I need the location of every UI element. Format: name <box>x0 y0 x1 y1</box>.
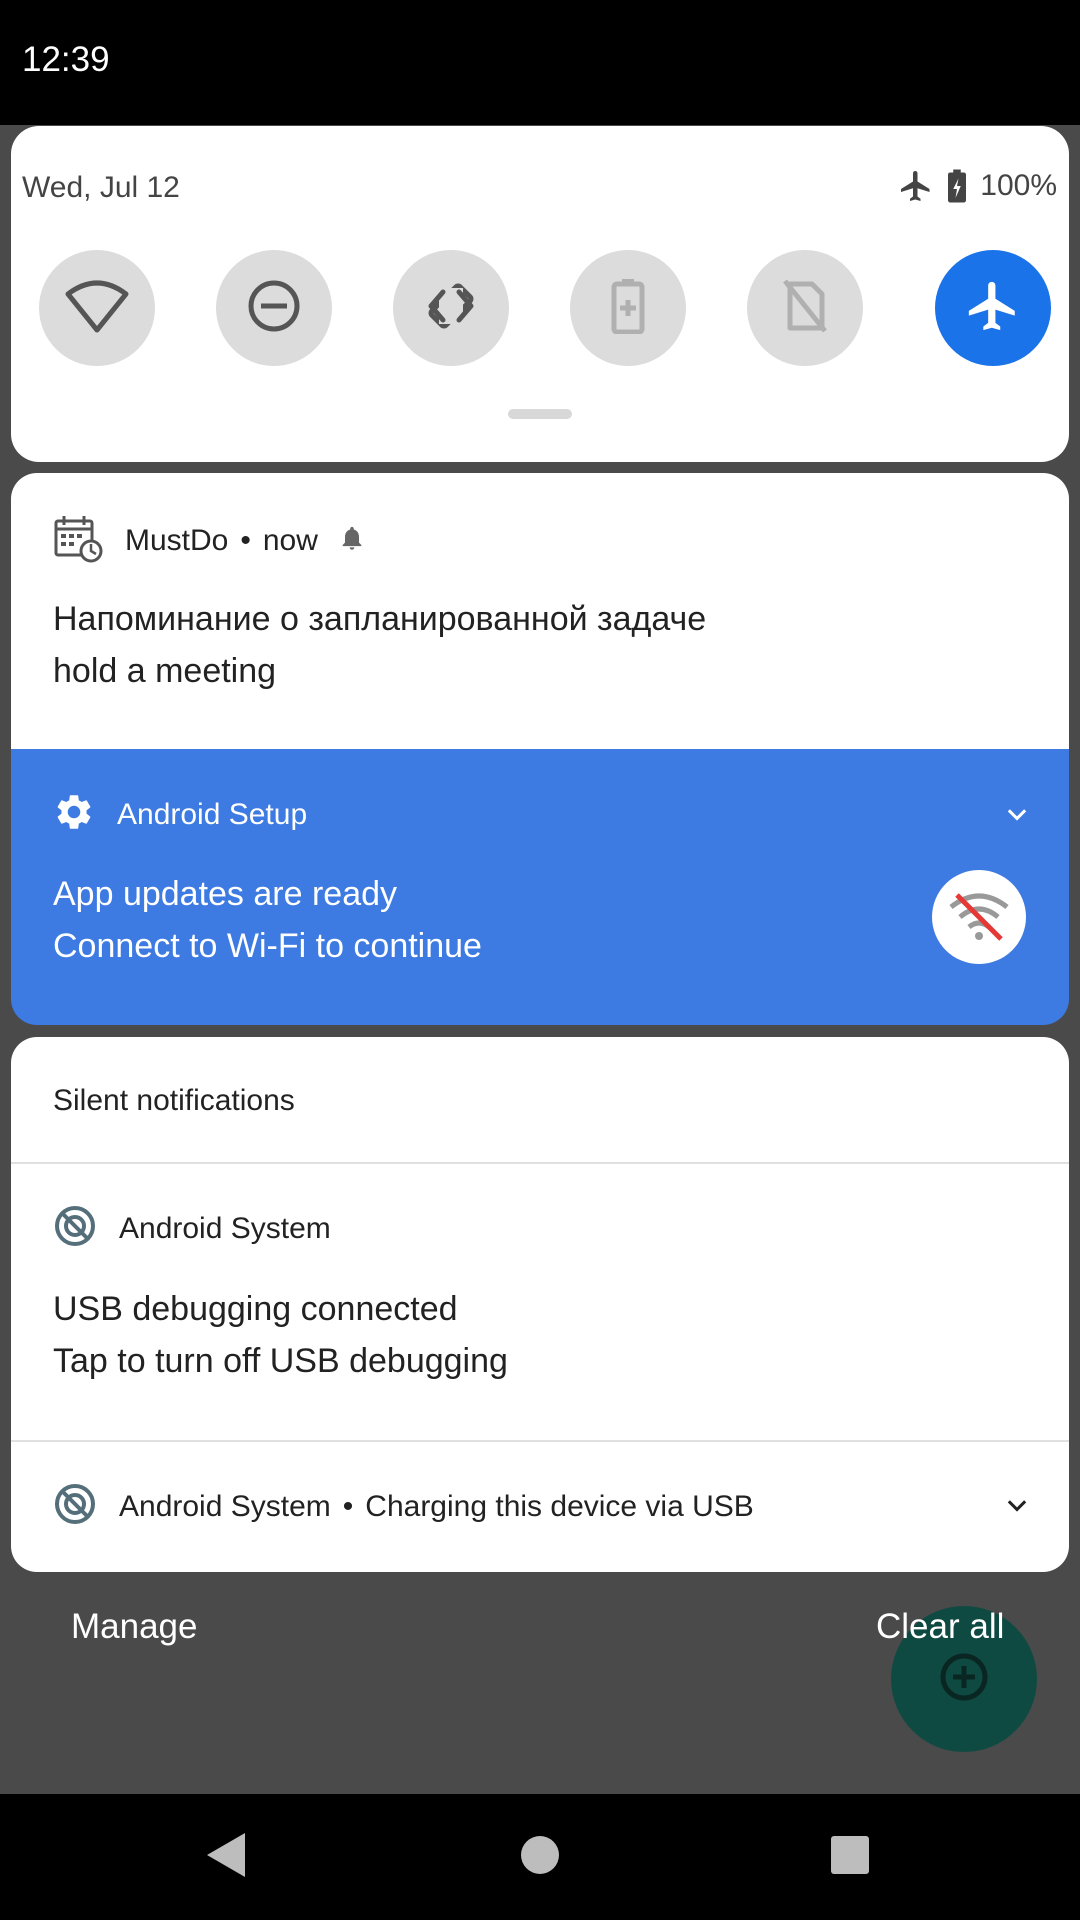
notification-shade: 12:39 Wed, Jul 12 100% MustDo • now Напо… <box>0 0 1080 1920</box>
quick-settings-panel: Wed, Jul 12 100% <box>11 126 1069 462</box>
section-header-silent: Silent notifications <box>53 1084 295 1117</box>
battery-saver-tile[interactable] <box>570 250 686 366</box>
header-separator: • <box>240 523 251 557</box>
qs-drag-handle[interactable] <box>508 409 572 419</box>
android-setup-notification[interactable]: Android Setup App updates are ready Conn… <box>11 749 1069 1025</box>
header-separator: • <box>342 1489 354 1523</box>
android-system-icon <box>53 1204 97 1253</box>
notification-app-name: Android Setup <box>117 797 308 831</box>
do-not-disturb-icon <box>247 279 301 338</box>
notification-app-name: Android System <box>119 1211 331 1245</box>
battery-charging-icon <box>944 168 970 204</box>
expand-chevron-icon[interactable] <box>1003 801 1031 834</box>
auto-rotate-icon <box>423 278 479 339</box>
add-circle-icon <box>938 1651 990 1708</box>
usb-charging-notification[interactable]: Android System • Charging this device vi… <box>11 1442 1069 1572</box>
clear-all-button[interactable]: Clear all <box>876 1607 1004 1647</box>
usb-debugging-notification[interactable]: Android System USB debugging connected T… <box>11 1164 1069 1439</box>
back-button[interactable] <box>166 1794 286 1920</box>
notification-time: now <box>262 523 318 557</box>
recents-button[interactable] <box>790 1794 910 1920</box>
airplane-status-icon <box>898 168 934 204</box>
notification-text: Tap to turn off USB debugging <box>53 1342 508 1380</box>
notification-text: Connect to Wi-Fi to continue <box>53 927 482 965</box>
wifi-off-icon <box>932 870 1026 964</box>
alerting-bell-icon <box>338 524 366 557</box>
recents-icon <box>829 1834 871 1881</box>
notification-header: Android System • Charging this device vi… <box>53 1482 754 1531</box>
notification-text: hold a meeting <box>53 652 277 690</box>
notification-title: USB debugging connected <box>53 1290 458 1328</box>
navigation-bar <box>0 1794 1080 1920</box>
notification-header: Android Setup <box>53 791 307 838</box>
wifi-tile[interactable] <box>39 250 155 366</box>
qs-date[interactable]: Wed, Jul 12 <box>22 171 180 205</box>
quick-settings-tiles <box>39 250 1051 366</box>
mustdo-notification[interactable]: MustDo • now Напоминание о запланированн… <box>11 473 1069 749</box>
home-icon <box>519 1834 561 1881</box>
notification-app-name: Android System <box>119 1489 331 1523</box>
status-time: 12:39 <box>22 40 110 79</box>
wifi-icon <box>64 278 130 339</box>
airplane-mode-icon <box>964 277 1022 340</box>
android-system-icon <box>53 1482 97 1531</box>
airplane-mode-tile[interactable] <box>935 250 1051 366</box>
silent-notifications-group: Silent notifications Android System USB … <box>11 1037 1069 1572</box>
status-bar: 12:39 <box>0 0 1080 125</box>
expand-chevron-icon[interactable] <box>1003 1492 1031 1525</box>
notification-app-name: MustDo <box>125 523 229 557</box>
calendar-alarm-icon <box>53 513 103 568</box>
battery-saver-icon <box>611 278 645 339</box>
mobile-data-tile[interactable] <box>747 250 863 366</box>
auto-rotate-tile[interactable] <box>393 250 509 366</box>
do-not-disturb-tile[interactable] <box>216 250 332 366</box>
manage-button[interactable]: Manage <box>71 1607 197 1647</box>
notification-header: MustDo • now <box>53 513 366 568</box>
notification-summary: Charging this device via USB <box>365 1489 754 1523</box>
notification-header: Android System <box>53 1204 331 1253</box>
back-icon <box>203 1831 249 1884</box>
notification-title: Напоминание о запланированной задаче <box>53 600 707 638</box>
battery-percent: 100% <box>980 169 1057 202</box>
gear-icon <box>53 791 95 838</box>
mobile-data-off-icon <box>782 278 828 339</box>
qs-status-icons: 100% <box>898 168 1057 204</box>
notification-title: App updates are ready <box>53 875 398 913</box>
home-button[interactable] <box>480 1794 600 1920</box>
